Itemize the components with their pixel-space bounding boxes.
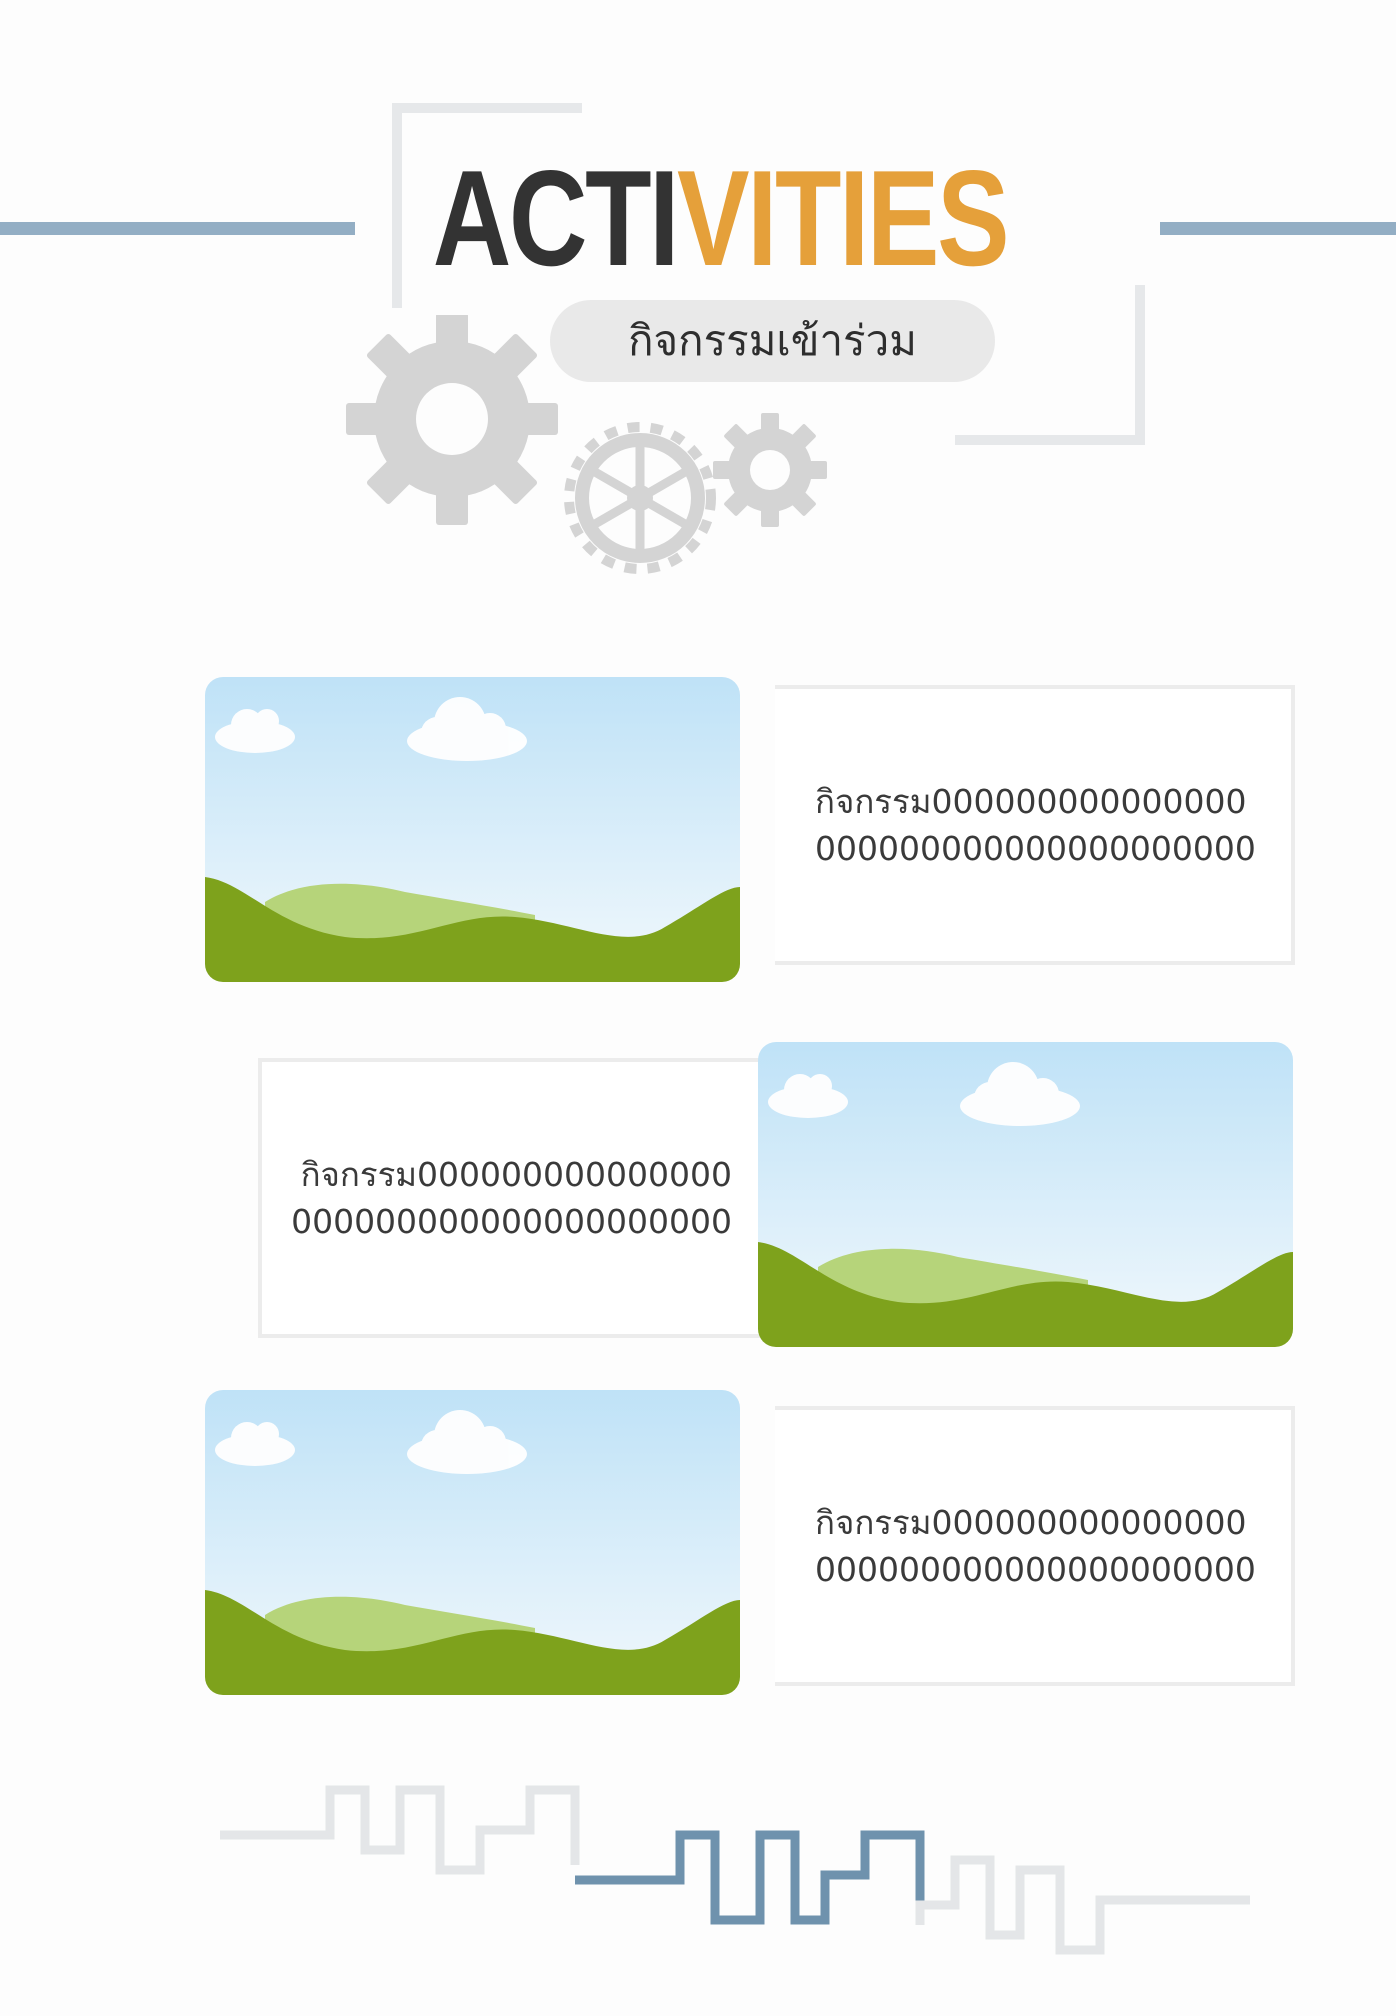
activities-page: ACTIVITIES กิจกรรมเข้าร่วม กิจกรรม000000…	[0, 0, 1396, 2016]
gear-icon	[713, 413, 827, 527]
activity-1-image	[205, 677, 740, 982]
activity-1-description: กิจกรรม000000000000000000000000000000000…	[815, 782, 1256, 868]
activity-1-text-box: กิจกรรม000000000000000000000000000000000…	[775, 685, 1295, 965]
page-title: ACTIVITIES	[384, 150, 1056, 286]
activity-2-text-box: กิจกรรม000000000000000000000000000000000…	[258, 1058, 768, 1338]
activity-3-image	[205, 1390, 740, 1695]
header-rule-right	[1160, 222, 1396, 235]
activity-2-image	[758, 1042, 1293, 1347]
page-title-part1: ACTI	[432, 142, 680, 294]
page-title-part2: VITIES	[677, 142, 1010, 294]
activity-3-text-box: กิจกรรม000000000000000000000000000000000…	[775, 1406, 1295, 1686]
header-rule-left	[0, 222, 355, 235]
activity-3-description: กิจกรรม000000000000000000000000000000000…	[815, 1503, 1256, 1589]
gear-icon	[346, 315, 558, 525]
gears-illustration	[346, 315, 827, 574]
activity-2-description: กิจกรรม000000000000000000000000000000000…	[291, 1155, 732, 1241]
footer-skyline-decoration	[220, 1785, 1250, 1955]
gear-icon	[564, 422, 716, 574]
